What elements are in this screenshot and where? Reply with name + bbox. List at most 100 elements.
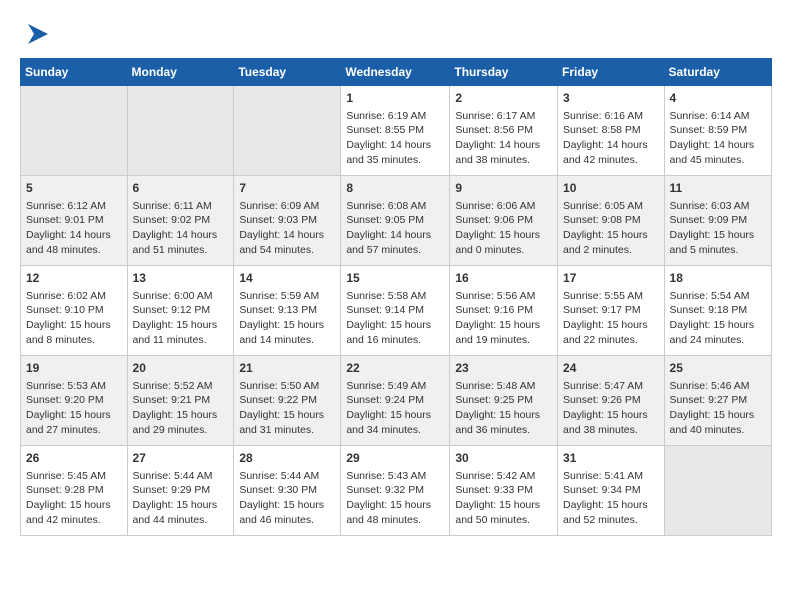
sunrise-text: Sunrise: 6:14 AM: [670, 109, 766, 124]
sunrise-text: Sunrise: 6:17 AM: [455, 109, 552, 124]
weekday-header-friday: Friday: [558, 59, 665, 86]
calendar-cell: [664, 446, 771, 536]
day-number: 18: [670, 270, 766, 287]
day-number: 27: [133, 450, 229, 467]
calendar-cell: 30Sunrise: 5:42 AMSunset: 9:33 PMDayligh…: [450, 446, 558, 536]
calendar-cell: 14Sunrise: 5:59 AMSunset: 9:13 PMDayligh…: [234, 266, 341, 356]
sunrise-text: Sunrise: 5:44 AM: [133, 469, 229, 484]
daylight-text: Daylight: 14 hours and 42 minutes.: [563, 138, 659, 167]
calendar-cell: 10Sunrise: 6:05 AMSunset: 9:08 PMDayligh…: [558, 176, 665, 266]
daylight-text: Daylight: 15 hours and 44 minutes.: [133, 498, 229, 527]
sunset-text: Sunset: 9:28 PM: [26, 483, 122, 498]
sunset-text: Sunset: 8:56 PM: [455, 123, 552, 138]
daylight-text: Daylight: 15 hours and 42 minutes.: [26, 498, 122, 527]
weekday-header-tuesday: Tuesday: [234, 59, 341, 86]
day-number: 12: [26, 270, 122, 287]
calendar-cell: 21Sunrise: 5:50 AMSunset: 9:22 PMDayligh…: [234, 356, 341, 446]
calendar-cell: 3Sunrise: 6:16 AMSunset: 8:58 PMDaylight…: [558, 86, 665, 176]
sunset-text: Sunset: 9:12 PM: [133, 303, 229, 318]
calendar-cell: 6Sunrise: 6:11 AMSunset: 9:02 PMDaylight…: [127, 176, 234, 266]
sunrise-text: Sunrise: 5:47 AM: [563, 379, 659, 394]
calendar-cell: 11Sunrise: 6:03 AMSunset: 9:09 PMDayligh…: [664, 176, 771, 266]
sunset-text: Sunset: 9:24 PM: [346, 393, 444, 408]
calendar-cell: 31Sunrise: 5:41 AMSunset: 9:34 PMDayligh…: [558, 446, 665, 536]
logo-arrow-icon: [24, 20, 52, 48]
calendar-cell: 27 Sunrise: 5:44 AMSunset: 9:29 PMDayligh…: [127, 446, 234, 536]
sunrise-text: Sunrise: 5:46 AM: [670, 379, 766, 394]
sunset-text: Sunset: 8:59 PM: [670, 123, 766, 138]
sunset-text: Sunset: 9:13 PM: [239, 303, 335, 318]
sunset-text: Sunset: 9:33 PM: [455, 483, 552, 498]
calendar-cell: 24Sunrise: 5:47 AMSunset: 9:26 PMDayligh…: [558, 356, 665, 446]
day-number: 8: [346, 180, 444, 197]
day-number: 9: [455, 180, 552, 197]
weekday-header-sunday: Sunday: [21, 59, 128, 86]
sunrise-text: Sunrise: 6:02 AM: [26, 289, 122, 304]
day-number: 13: [133, 270, 229, 287]
daylight-text: Daylight: 15 hours and 52 minutes.: [563, 498, 659, 527]
weekday-header-row: SundayMondayTuesdayWednesdayThursdayFrid…: [21, 59, 772, 86]
calendar-cell: 5Sunrise: 6:12 AMSunset: 9:01 PMDaylight…: [21, 176, 128, 266]
sunset-text: Sunset: 9:22 PM: [239, 393, 335, 408]
sunset-text: Sunset: 9:17 PM: [563, 303, 659, 318]
day-number: 30: [455, 450, 552, 467]
day-number: 10: [563, 180, 659, 197]
calendar-week-5: 26Sunrise: 5:45 AMSunset: 9:28 PMDayligh…: [21, 446, 772, 536]
calendar-cell: 16Sunrise: 5:56 AMSunset: 9:16 PMDayligh…: [450, 266, 558, 356]
sunrise-text: Sunrise: 5:41 AM: [563, 469, 659, 484]
daylight-text: Daylight: 15 hours and 40 minutes.: [670, 408, 766, 437]
day-number: 15: [346, 270, 444, 287]
sunset-text: Sunset: 9:26 PM: [563, 393, 659, 408]
calendar-cell: 4Sunrise: 6:14 AMSunset: 8:59 PMDaylight…: [664, 86, 771, 176]
sunrise-text: Sunrise: 6:19 AM: [346, 109, 444, 124]
daylight-text: Daylight: 15 hours and 48 minutes.: [346, 498, 444, 527]
calendar-table: SundayMondayTuesdayWednesdayThursdayFrid…: [20, 58, 772, 536]
calendar-cell: 20Sunrise: 5:52 AMSunset: 9:21 PMDayligh…: [127, 356, 234, 446]
daylight-text: Daylight: 14 hours and 51 minutes.: [133, 228, 229, 257]
sunrise-text: Sunrise: 6:08 AM: [346, 199, 444, 214]
sunrise-text: Sunrise: 5:58 AM: [346, 289, 444, 304]
sunrise-text: Sunrise: 6:11 AM: [133, 199, 229, 214]
daylight-text: Daylight: 15 hours and 5 minutes.: [670, 228, 766, 257]
calendar-week-1: 1Sunrise: 6:19 AMSunset: 8:55 PMDaylight…: [21, 86, 772, 176]
daylight-text: Daylight: 15 hours and 34 minutes.: [346, 408, 444, 437]
calendar-cell: 2Sunrise: 6:17 AMSunset: 8:56 PMDaylight…: [450, 86, 558, 176]
day-number: 23: [455, 360, 552, 377]
day-number: 11: [670, 180, 766, 197]
daylight-text: Daylight: 15 hours and 2 minutes.: [563, 228, 659, 257]
day-number: 4: [670, 90, 766, 107]
sunset-text: Sunset: 9:05 PM: [346, 213, 444, 228]
sunrise-text: Sunrise: 6:09 AM: [239, 199, 335, 214]
day-number: 21: [239, 360, 335, 377]
weekday-header-saturday: Saturday: [664, 59, 771, 86]
sunrise-text: Sunrise: 5:44 AM: [239, 469, 335, 484]
day-number: 14: [239, 270, 335, 287]
calendar-cell: 18Sunrise: 5:54 AMSunset: 9:18 PMDayligh…: [664, 266, 771, 356]
calendar-week-3: 12Sunrise: 6:02 AMSunset: 9:10 PMDayligh…: [21, 266, 772, 356]
day-number: 28: [239, 450, 335, 467]
sunset-text: Sunset: 9:08 PM: [563, 213, 659, 228]
daylight-text: Daylight: 14 hours and 54 minutes.: [239, 228, 335, 257]
calendar-cell: 13Sunrise: 6:00 AMSunset: 9:12 PMDayligh…: [127, 266, 234, 356]
sunset-text: Sunset: 9:18 PM: [670, 303, 766, 318]
day-number: 16: [455, 270, 552, 287]
daylight-text: Daylight: 15 hours and 8 minutes.: [26, 318, 122, 347]
sunrise-text: Sunrise: 5:52 AM: [133, 379, 229, 394]
calendar-cell: 7Sunrise: 6:09 AMSunset: 9:03 PMDaylight…: [234, 176, 341, 266]
sunrise-text: Sunrise: 5:42 AM: [455, 469, 552, 484]
calendar-header: SundayMondayTuesdayWednesdayThursdayFrid…: [21, 59, 772, 86]
sunset-text: Sunset: 9:01 PM: [26, 213, 122, 228]
sunrise-text: Sunrise: 5:55 AM: [563, 289, 659, 304]
calendar-cell: 22Sunrise: 5:49 AMSunset: 9:24 PMDayligh…: [341, 356, 450, 446]
daylight-text: Daylight: 15 hours and 29 minutes.: [133, 408, 229, 437]
sunset-text: Sunset: 9:29 PM: [133, 483, 229, 498]
daylight-text: Daylight: 15 hours and 0 minutes.: [455, 228, 552, 257]
calendar-cell: 26Sunrise: 5:45 AMSunset: 9:28 PMDayligh…: [21, 446, 128, 536]
calendar-cell: [127, 86, 234, 176]
daylight-text: Daylight: 15 hours and 46 minutes.: [239, 498, 335, 527]
weekday-header-thursday: Thursday: [450, 59, 558, 86]
sunset-text: Sunset: 9:14 PM: [346, 303, 444, 318]
calendar-cell: 25Sunrise: 5:46 AMSunset: 9:27 PMDayligh…: [664, 356, 771, 446]
sunrise-text: Sunrise: 5:54 AM: [670, 289, 766, 304]
sunset-text: Sunset: 9:27 PM: [670, 393, 766, 408]
